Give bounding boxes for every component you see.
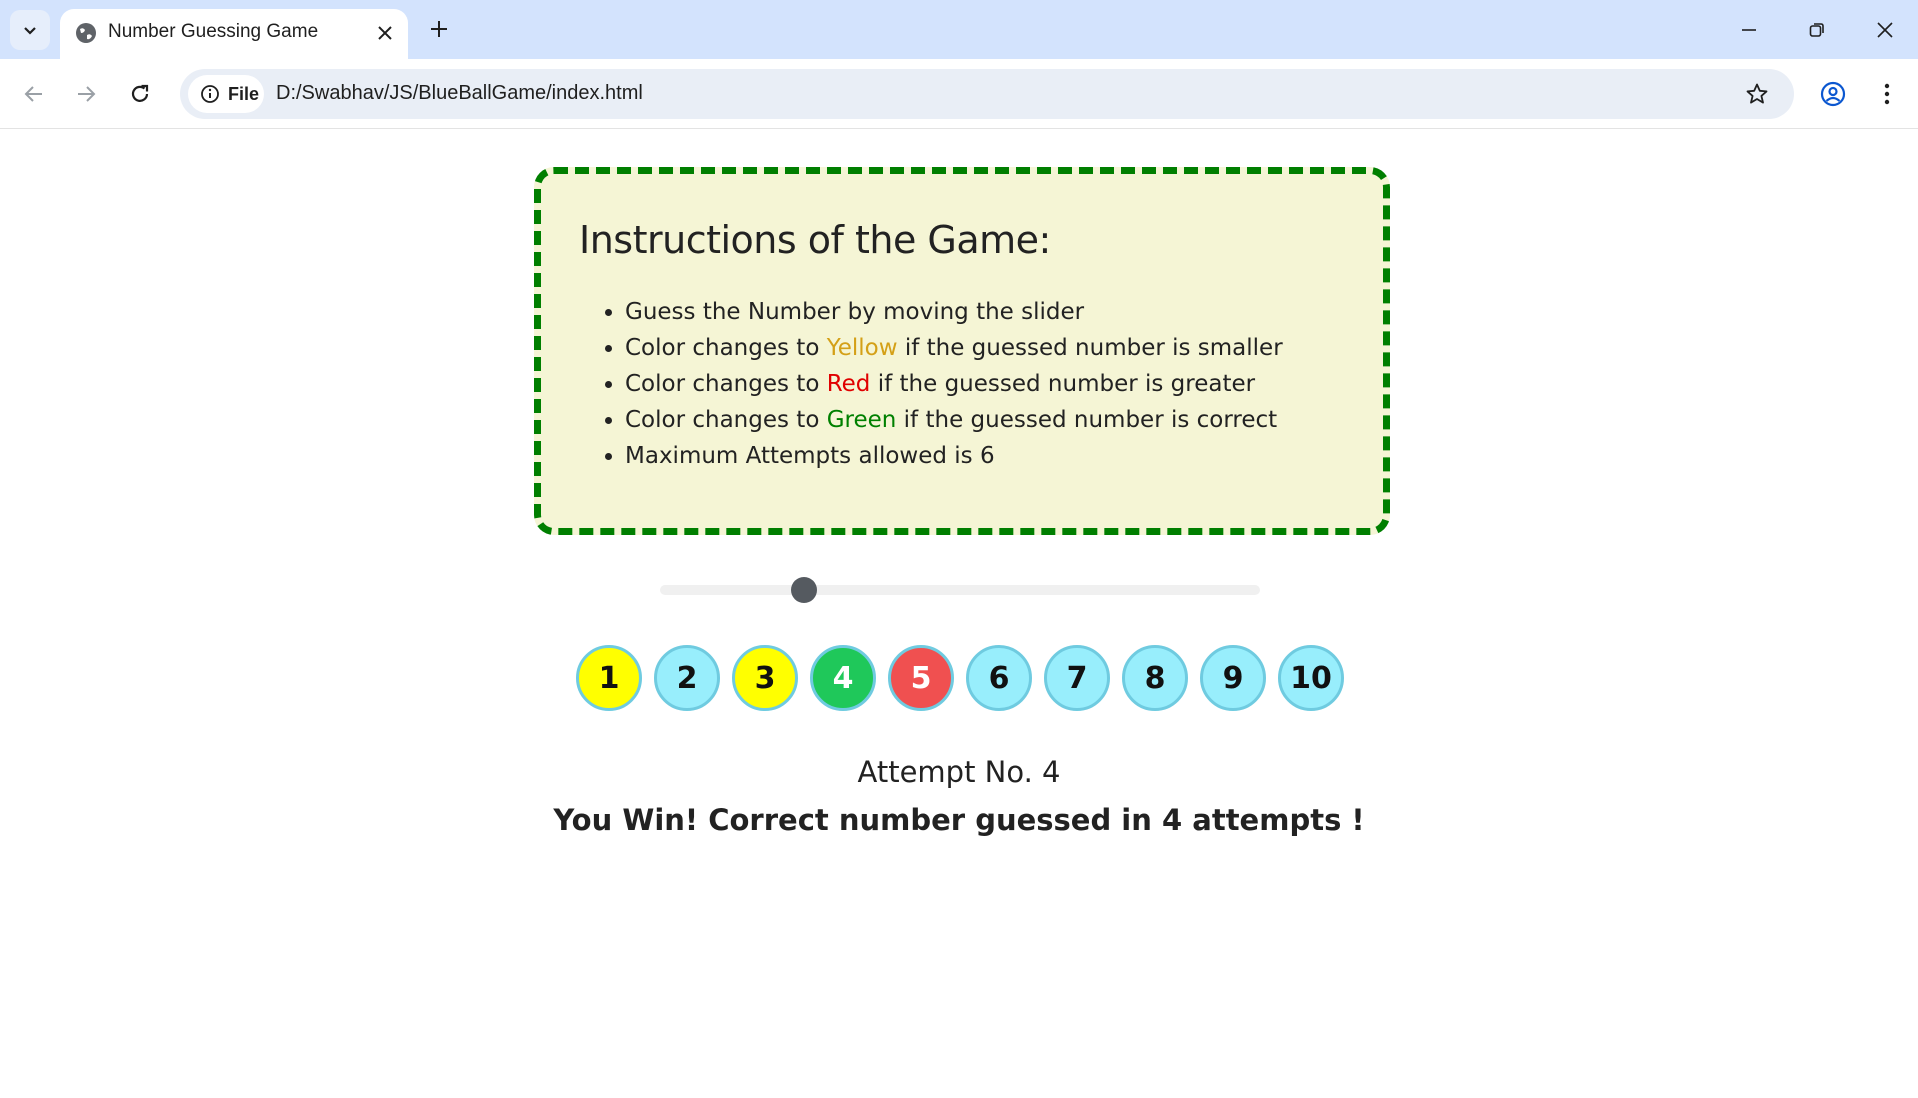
- browser-toolbar: File D:/Swabhav/JS/BlueBallGame/index.ht…: [0, 59, 1918, 129]
- url-text[interactable]: D:/Swabhav/JS/BlueBallGame/index.html: [276, 82, 643, 105]
- guess-slider-thumb[interactable]: [791, 577, 817, 603]
- back-button[interactable]: [14, 74, 54, 114]
- active-tab[interactable]: Number Guessing Game: [60, 9, 408, 59]
- ball-label: 3: [754, 660, 776, 696]
- number-ball: 8: [1122, 645, 1188, 711]
- bookmark-button[interactable]: [1742, 79, 1772, 109]
- instructions-list: Guess the Number by moving the slider Co…: [625, 294, 1283, 474]
- instructions-title: Instructions of the Game:: [579, 218, 1051, 262]
- plus-icon: [431, 21, 447, 37]
- menu-button[interactable]: [1867, 74, 1907, 114]
- chip-label: File: [228, 83, 260, 104]
- restore-icon: [1809, 23, 1824, 37]
- instruction-text: Guess the Number by moving the slider: [625, 299, 1085, 325]
- number-ball: 7: [1044, 645, 1110, 711]
- number-ball: 3: [732, 645, 798, 711]
- instruction-item: Color changes to Yellow if the guessed n…: [625, 330, 1283, 366]
- tab-search-icon: [24, 27, 36, 35]
- globe-icon: [76, 23, 96, 43]
- number-ball: 6: [966, 645, 1032, 711]
- instruction-item: Maximum Attempts allowed is 6: [625, 438, 1283, 474]
- ball-label: 7: [1066, 660, 1088, 696]
- number-ball: 5: [888, 645, 954, 711]
- number-ball: 1: [576, 645, 642, 711]
- info-icon: [201, 85, 219, 103]
- red-word: Red: [826, 371, 871, 397]
- ball-label: 5: [910, 660, 932, 696]
- forward-icon: [78, 86, 96, 102]
- minimize-button[interactable]: [1724, 10, 1774, 50]
- result-message: You Win! Correct number guessed in 4 att…: [553, 803, 1365, 837]
- instruction-text: Color changes to: [625, 407, 827, 433]
- new-tab-button[interactable]: [424, 14, 454, 44]
- green-word: Green: [826, 407, 897, 433]
- close-icon: [378, 26, 392, 40]
- attempt-counter: Attempt No. 4: [857, 755, 1061, 789]
- instruction-text: if the guessed number is correct: [896, 407, 1278, 433]
- window-close-icon: [1877, 22, 1893, 38]
- ball-label: 4: [832, 660, 854, 696]
- number-ball: 9: [1200, 645, 1266, 711]
- instruction-text: Color changes to: [625, 335, 827, 361]
- number-ball: 10: [1278, 645, 1344, 711]
- star-icon: [1746, 83, 1768, 104]
- minimize-icon: [1742, 29, 1756, 31]
- instruction-item: Guess the Number by moving the slider: [625, 294, 1283, 330]
- instruction-item: Color changes to Red if the guessed numb…: [625, 366, 1283, 402]
- forward-button[interactable]: [66, 74, 106, 114]
- profile-button[interactable]: [1813, 74, 1853, 114]
- profile-icon: [1820, 81, 1846, 107]
- tab-close-button[interactable]: [372, 20, 398, 46]
- instructions-panel: Instructions of the Game: Guess the Numb…: [534, 167, 1390, 535]
- number-ball: 2: [654, 645, 720, 711]
- reload-icon: [131, 84, 149, 102]
- tab-title: Number Guessing Game: [108, 21, 319, 42]
- instruction-text: Maximum Attempts allowed is 6: [625, 443, 995, 469]
- number-ball: 4: [810, 645, 876, 711]
- ball-label: 8: [1144, 660, 1166, 696]
- ball-label: 2: [676, 660, 698, 696]
- ball-label: 10: [1290, 660, 1332, 696]
- reload-button[interactable]: [120, 74, 160, 114]
- instruction-text: if the guessed number is smaller: [897, 335, 1283, 361]
- instruction-item: Color changes to Green if the guessed nu…: [625, 402, 1283, 438]
- yellow-word: Yellow: [826, 335, 898, 361]
- site-info-chip[interactable]: File: [188, 75, 264, 113]
- address-bar[interactable]: File D:/Swabhav/JS/BlueBallGame/index.ht…: [180, 69, 1794, 119]
- menu-icon: [1884, 83, 1890, 105]
- ball-label: 9: [1222, 660, 1244, 696]
- instruction-text: if the guessed number is greater: [870, 371, 1256, 397]
- tab-strip: Number Guessing Game: [0, 0, 1918, 59]
- tab-search-button[interactable]: [10, 10, 50, 50]
- restore-button[interactable]: [1792, 10, 1842, 50]
- window-close-button[interactable]: [1860, 10, 1910, 50]
- instruction-text: Color changes to: [625, 371, 827, 397]
- ball-label: 6: [988, 660, 1010, 696]
- back-icon: [24, 86, 42, 102]
- guess-slider-track[interactable]: [660, 585, 1260, 595]
- ball-label: 1: [598, 660, 620, 696]
